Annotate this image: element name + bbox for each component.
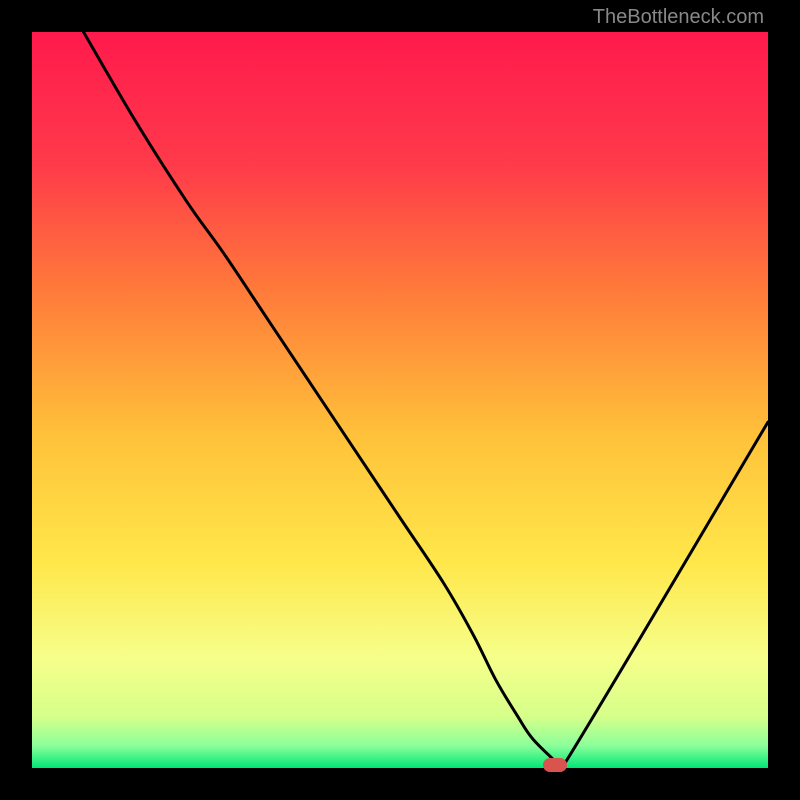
chart-container: TheBottleneck.com: [0, 0, 800, 800]
plot-area: [32, 32, 768, 768]
data-marker: [543, 758, 567, 772]
chart-curve: [32, 32, 768, 768]
watermark-text: TheBottleneck.com: [593, 6, 764, 29]
